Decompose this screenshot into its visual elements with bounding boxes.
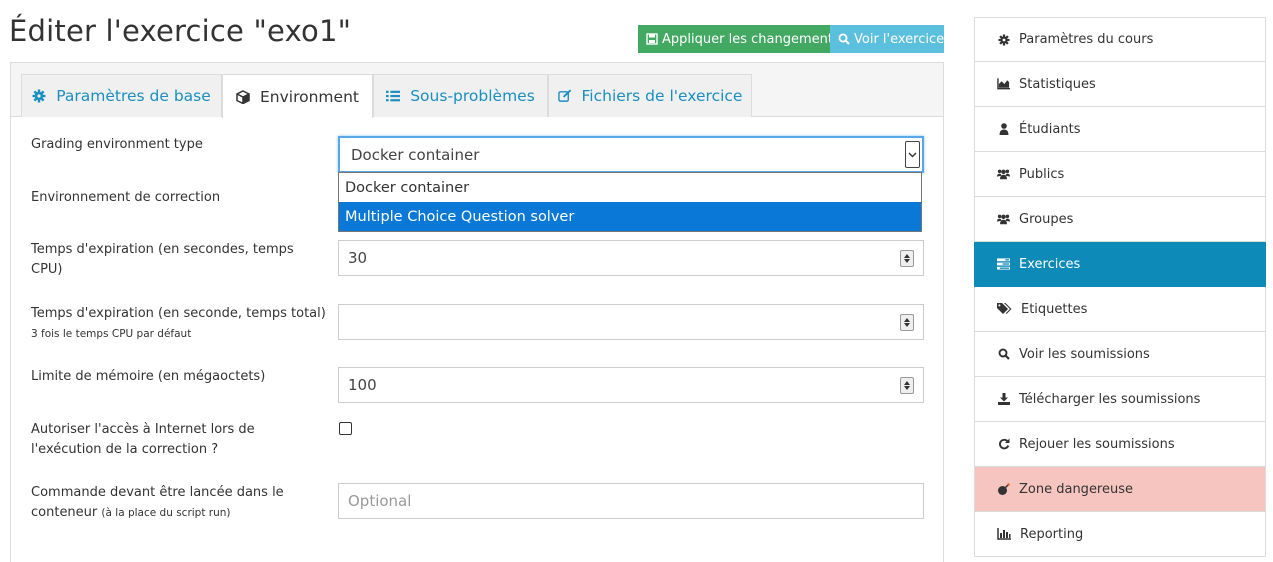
- tab-bar: Paramètres de base Environment Sous-prob…: [11, 63, 943, 118]
- sidebar-item-label: Voir les soumissions: [1019, 346, 1150, 362]
- view-exercise-label: Voir l'exercice: [854, 31, 945, 47]
- cpu-timeout-value: 30: [348, 249, 368, 267]
- tasks-icon: [997, 258, 1010, 271]
- chevron-down-icon[interactable]: [905, 141, 920, 168]
- sidebar-item-label: Reporting: [1020, 526, 1084, 542]
- sidebar-item-label: Rejouer les soumissions: [1019, 436, 1175, 452]
- tags-icon: [997, 303, 1012, 316]
- tab-subproblems[interactable]: Sous-problèmes: [373, 74, 548, 117]
- grading-env-type-dropdown: Docker container Multiple Choice Questio…: [338, 172, 922, 232]
- total-timeout-input[interactable]: [338, 304, 924, 340]
- sidebar-item-replay-submissions[interactable]: Rejouer les soumissions: [974, 422, 1266, 467]
- sidebar-item-exercises[interactable]: Exercices: [974, 242, 1266, 287]
- correction-env-label: Environnement de correction: [31, 190, 221, 205]
- apply-changes-label: Appliquer les changements: [662, 31, 840, 47]
- sidebar-item-label: Etiquettes: [1021, 301, 1088, 317]
- run-command-hint: (à la place du script run): [101, 507, 231, 519]
- top-actions: Appliquer les changements Voir l'exercic…: [638, 25, 944, 53]
- sidebar-item-groups[interactable]: Groupes: [974, 197, 1266, 242]
- users-icon: [997, 168, 1010, 181]
- run-command-placeholder: Optional: [348, 492, 412, 510]
- memory-limit-label: Limite de mémoire (en mégaoctets): [31, 369, 266, 384]
- tab-environment[interactable]: Environment: [222, 74, 373, 118]
- gear-icon: [32, 89, 46, 103]
- apply-changes-button[interactable]: Appliquer les changements: [638, 25, 840, 53]
- memory-limit-value: 100: [348, 376, 377, 394]
- sidebar-item-label: Publics: [1019, 166, 1065, 182]
- sidebar-item-label: Groupes: [1019, 211, 1074, 227]
- tab-label: Fichiers de l'exercice: [581, 87, 743, 105]
- cube-icon: [236, 89, 250, 104]
- sidebar-item-label: Paramètres du cours: [1019, 32, 1154, 47]
- search-icon: [838, 33, 850, 45]
- cpu-timeout-label: Temps d'expiration (en secondes, temps C…: [31, 242, 294, 277]
- sidebar-item-audiences[interactable]: Publics: [974, 152, 1266, 197]
- internet-access-checkbox[interactable]: [339, 422, 352, 435]
- view-exercise-button[interactable]: Voir l'exercice: [830, 25, 944, 53]
- sidebar-item-reporting[interactable]: Reporting: [974, 512, 1266, 557]
- tab-basic-settings[interactable]: Paramètres de base: [21, 74, 222, 117]
- refresh-icon: [997, 438, 1010, 451]
- grading-env-type-label: Grading environment type: [31, 137, 203, 152]
- run-command-input[interactable]: Optional: [338, 483, 924, 519]
- total-timeout-hint: 3 fois le temps CPU par défaut: [31, 328, 192, 340]
- save-icon: [646, 33, 658, 45]
- sidebar-item-course-settings[interactable]: Paramètres du cours: [974, 17, 1266, 62]
- edit-icon: [557, 89, 572, 103]
- users-icon: [997, 213, 1010, 226]
- area-chart-icon: [997, 78, 1010, 91]
- run-command-label: Commande devant être lancée dans le cont…: [31, 483, 321, 523]
- total-timeout-label: Temps d'expiration (en seconde, temps to…: [31, 304, 331, 344]
- sidebar-item-students[interactable]: Étudiants: [974, 107, 1266, 152]
- internet-access-label: Autoriser l'accès à Internet lors de l'e…: [31, 422, 255, 457]
- sidebar-item-danger-zone[interactable]: Zone dangereuse: [974, 467, 1266, 512]
- sidebar-item-tags[interactable]: Etiquettes: [974, 287, 1266, 332]
- sidebar-item-label: Exercices: [1019, 256, 1081, 272]
- tab-label: Sous-problèmes: [410, 87, 535, 105]
- number-spinner-icon[interactable]: [900, 314, 914, 331]
- number-spinner-icon[interactable]: [900, 250, 914, 267]
- grading-env-type-select[interactable]: Docker container: [338, 136, 924, 173]
- memory-limit-input[interactable]: 100: [338, 367, 924, 403]
- gear-icon: [997, 33, 1010, 46]
- sidebar-item-statistics[interactable]: Statistiques: [974, 62, 1266, 107]
- search-icon: [997, 348, 1010, 361]
- number-spinner-icon[interactable]: [900, 377, 914, 394]
- dropdown-option[interactable]: Docker container: [339, 173, 921, 202]
- page-title: Éditer l'exercice "exo1": [9, 14, 352, 48]
- dropdown-option-highlighted[interactable]: Multiple Choice Question solver: [339, 202, 921, 231]
- sidebar-item-label: Statistiques: [1019, 76, 1096, 92]
- grading-env-type-value: Docker container: [351, 145, 480, 164]
- course-sidebar: Paramètres du cours Statistiques Étudian…: [974, 17, 1266, 557]
- user-icon: [997, 123, 1010, 136]
- sidebar-item-label: Télécharger les soumissions: [1019, 391, 1201, 407]
- cpu-timeout-input[interactable]: 30: [338, 240, 924, 276]
- tab-label: Environment: [260, 87, 359, 106]
- tab-label: Paramètres de base: [56, 87, 211, 105]
- sidebar-item-view-submissions[interactable]: Voir les soumissions: [974, 332, 1266, 377]
- edit-panel: Paramètres de base Environment Sous-prob…: [10, 62, 944, 562]
- sidebar-item-download-submissions[interactable]: Télécharger les soumissions: [974, 377, 1266, 422]
- download-icon: [997, 393, 1010, 406]
- tab-exercise-files[interactable]: Fichiers de l'exercice: [548, 74, 752, 117]
- bar-chart-icon: [997, 528, 1011, 541]
- bomb-icon: [997, 482, 1010, 496]
- sidebar-item-label: Zone dangereuse: [1019, 481, 1134, 497]
- sidebar-item-label: Étudiants: [1019, 121, 1081, 137]
- total-timeout-label-text: Temps d'expiration (en seconde, temps to…: [31, 306, 326, 321]
- list-icon: [386, 89, 401, 103]
